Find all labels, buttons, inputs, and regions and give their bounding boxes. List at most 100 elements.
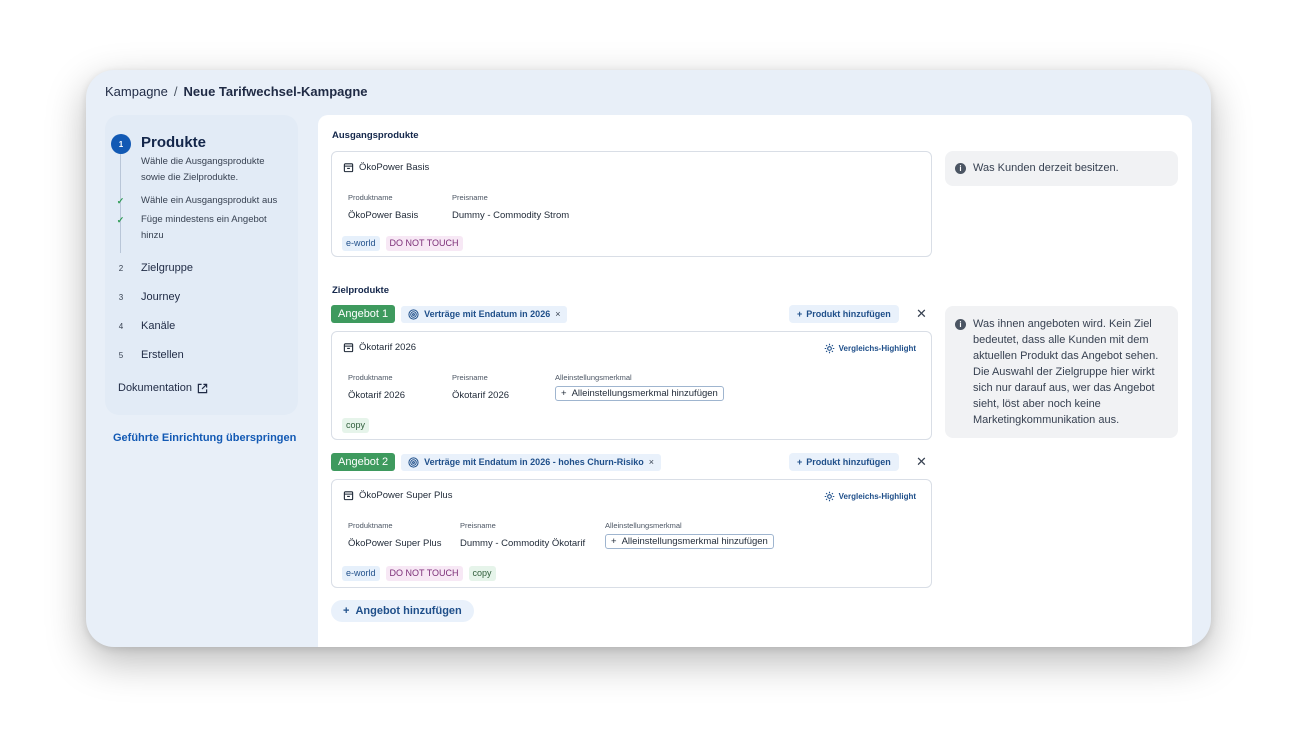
chip-label: Verträge mit Endatum in 2026 - hohes Chu…: [424, 457, 644, 467]
offer-card-2: ÖkoPower Super Plus Vergleichs-Highlight…: [331, 479, 932, 588]
col-label: Alleinstellungsmerkmal: [555, 373, 632, 382]
col-usp: Alleinstellungsmerkmal + Alleinstellungs…: [555, 373, 724, 401]
step-erstellen[interactable]: 5 Erstellen: [111, 345, 184, 365]
col-value: Dummy - Commodity Ökotarif: [460, 538, 586, 549]
step-number-active: 1: [111, 134, 131, 154]
col-label: Preisname: [452, 373, 488, 382]
compare-highlight-button[interactable]: Vergleichs-Highlight: [824, 343, 916, 354]
stepper-sidebar: 1 Produkte Wähle die Ausgangsprodukte so…: [105, 115, 298, 415]
button-label: Vergleichs-Highlight: [838, 492, 916, 501]
col-price: Preisname Ökotarif 2026: [452, 373, 509, 401]
step-zielgruppe[interactable]: 2 Zielgruppe: [111, 258, 193, 278]
col-product: Produktname ÖkoPower Super Plus: [348, 521, 441, 549]
info-text: Was Kunden derzeit besitzen.: [973, 162, 1119, 174]
plus-icon: +: [797, 457, 803, 467]
step-label: Zielgruppe: [141, 262, 193, 274]
tag-list: copy: [342, 418, 370, 433]
documentation-link[interactable]: Dokumentation: [118, 382, 208, 394]
external-link-icon: [197, 383, 208, 393]
source-section-title: Ausgangsprodukte: [332, 130, 419, 141]
button-label: Produkt hinzufügen: [806, 309, 891, 319]
main-content: Ausgangsprodukte ÖkoPower Basis Produktn…: [318, 115, 1192, 647]
close-icon[interactable]: ✕: [916, 454, 927, 470]
breadcrumb-separator: /: [173, 84, 178, 99]
tag: copy: [468, 566, 496, 581]
add-product-button[interactable]: + Produkt hinzufügen: [789, 453, 899, 471]
col-value: Ökotarif 2026: [348, 390, 406, 401]
target-icon: [408, 308, 419, 320]
info-icon: i: [955, 163, 966, 174]
card-header: Ökotarif 2026: [343, 342, 416, 353]
add-usp-button[interactable]: + Alleinstellungsmerkmal hinzufügen: [555, 386, 724, 401]
card-header: ÖkoPower Basis: [343, 162, 429, 173]
breadcrumb-root[interactable]: Kampagne: [105, 84, 168, 99]
remove-chip-icon[interactable]: ×: [555, 309, 560, 319]
add-offer-button[interactable]: + Angebot hinzufügen: [331, 600, 474, 622]
step-produkte[interactable]: 1: [111, 134, 131, 154]
product-name-title: ÖkoPower Super Plus: [359, 490, 453, 501]
col-label: Preisname: [460, 521, 496, 530]
documentation-label: Dokumentation: [118, 382, 192, 394]
step-label: Erstellen: [141, 349, 184, 361]
product-name-title: Ökotarif 2026: [359, 342, 417, 353]
compare-highlight-button[interactable]: Vergleichs-Highlight: [824, 491, 916, 502]
col-value: ÖkoPower Super Plus: [348, 538, 442, 549]
skip-setup-link[interactable]: Geführte Einrichtung überspringen: [113, 432, 296, 444]
tag: copy: [342, 418, 370, 433]
plus-icon: +: [343, 605, 350, 617]
tag-list: e-world DO NOT TOUCH: [342, 236, 463, 251]
tag: e-world: [342, 566, 380, 581]
plus-icon: +: [797, 309, 803, 319]
tag: DO NOT TOUCH: [385, 236, 463, 251]
target-group-chip[interactable]: Verträge mit Endatum in 2026 ×: [401, 305, 568, 323]
source-product-card: ÖkoPower Basis Produktname ÖkoPower Basi…: [331, 151, 932, 257]
button-label: Produkt hinzufügen: [806, 457, 891, 467]
step-number: 3: [111, 287, 131, 307]
task-select-source: Wähle ein Ausgangsprodukt aus: [141, 195, 278, 206]
tag-list: e-world DO NOT TOUCH copy: [342, 566, 496, 581]
task-add-offer: Füge mindestens ein Angebot hinzu: [141, 214, 267, 241]
info-text: Was ihnen angeboten wird. Kein Ziel bede…: [973, 318, 1159, 426]
tag: DO NOT TOUCH: [385, 566, 463, 581]
col-price: Preisname Dummy - Commodity Strom: [452, 193, 569, 221]
gear-icon: [824, 491, 834, 502]
col-value: ÖkoPower Basis: [348, 210, 419, 221]
col-product: Produktname Ökotarif 2026: [348, 373, 405, 401]
chip-label: Verträge mit Endatum in 2026: [424, 309, 551, 319]
target-icon: [408, 456, 419, 468]
col-value: Ökotarif 2026: [452, 390, 510, 401]
tag: e-world: [342, 236, 380, 251]
target-group-chip[interactable]: Verträge mit Endatum in 2026 - hohes Chu…: [401, 453, 661, 471]
step-number: 4: [111, 316, 131, 336]
col-usp: Alleinstellungsmerkmal + Alleinstellungs…: [605, 521, 774, 549]
col-price: Preisname Dummy - Commodity Ökotarif: [460, 521, 585, 549]
plus-icon: +: [561, 388, 567, 399]
plus-icon: +: [611, 536, 617, 547]
check-icon: ✓: [116, 196, 125, 206]
col-value: Dummy - Commodity Strom: [452, 210, 570, 221]
add-product-button[interactable]: + Produkt hinzufügen: [789, 305, 899, 323]
step-label: Kanäle: [141, 320, 176, 332]
offer-row-2: Angebot 2 Verträge mit Endatum in 2026 -…: [331, 453, 932, 471]
offer-card-1: Ökotarif 2026 Vergleichs-Highlight Produ…: [331, 331, 932, 440]
col-label: Produktname: [348, 193, 393, 202]
step-label: Journey: [141, 291, 181, 303]
remove-chip-icon[interactable]: ×: [649, 457, 654, 467]
button-label: Vergleichs-Highlight: [838, 344, 916, 353]
step-kanaele[interactable]: 4 Kanäle: [111, 316, 175, 336]
step-number: 5: [111, 345, 131, 365]
card-header: ÖkoPower Super Plus: [343, 490, 452, 501]
source-info-box: i Was Kunden derzeit besitzen.: [945, 151, 1178, 186]
breadcrumb: Kampagne / Neue Tarifwechsel-Kampagne: [105, 84, 368, 99]
step-journey[interactable]: 3 Journey: [111, 287, 180, 307]
check-icon: ✓: [116, 215, 125, 225]
button-label: Alleinstellungsmerkmal hinzufügen: [621, 536, 768, 547]
target-section-title: Zielprodukte: [332, 285, 390, 296]
app-window: Kampagne / Neue Tarifwechsel-Kampagne 1 …: [86, 70, 1211, 647]
target-info-box: i Was ihnen angeboten wird. Kein Ziel be…: [945, 306, 1178, 438]
step-number: 2: [111, 258, 131, 278]
step-description: Wähle die Ausgangsprodukte sowie die Zie…: [141, 156, 265, 183]
offer-row-1: Angebot 1 Verträge mit Endatum in 2026 ×…: [331, 305, 932, 323]
add-usp-button[interactable]: + Alleinstellungsmerkmal hinzufügen: [605, 534, 774, 549]
close-icon[interactable]: ✕: [916, 306, 927, 322]
